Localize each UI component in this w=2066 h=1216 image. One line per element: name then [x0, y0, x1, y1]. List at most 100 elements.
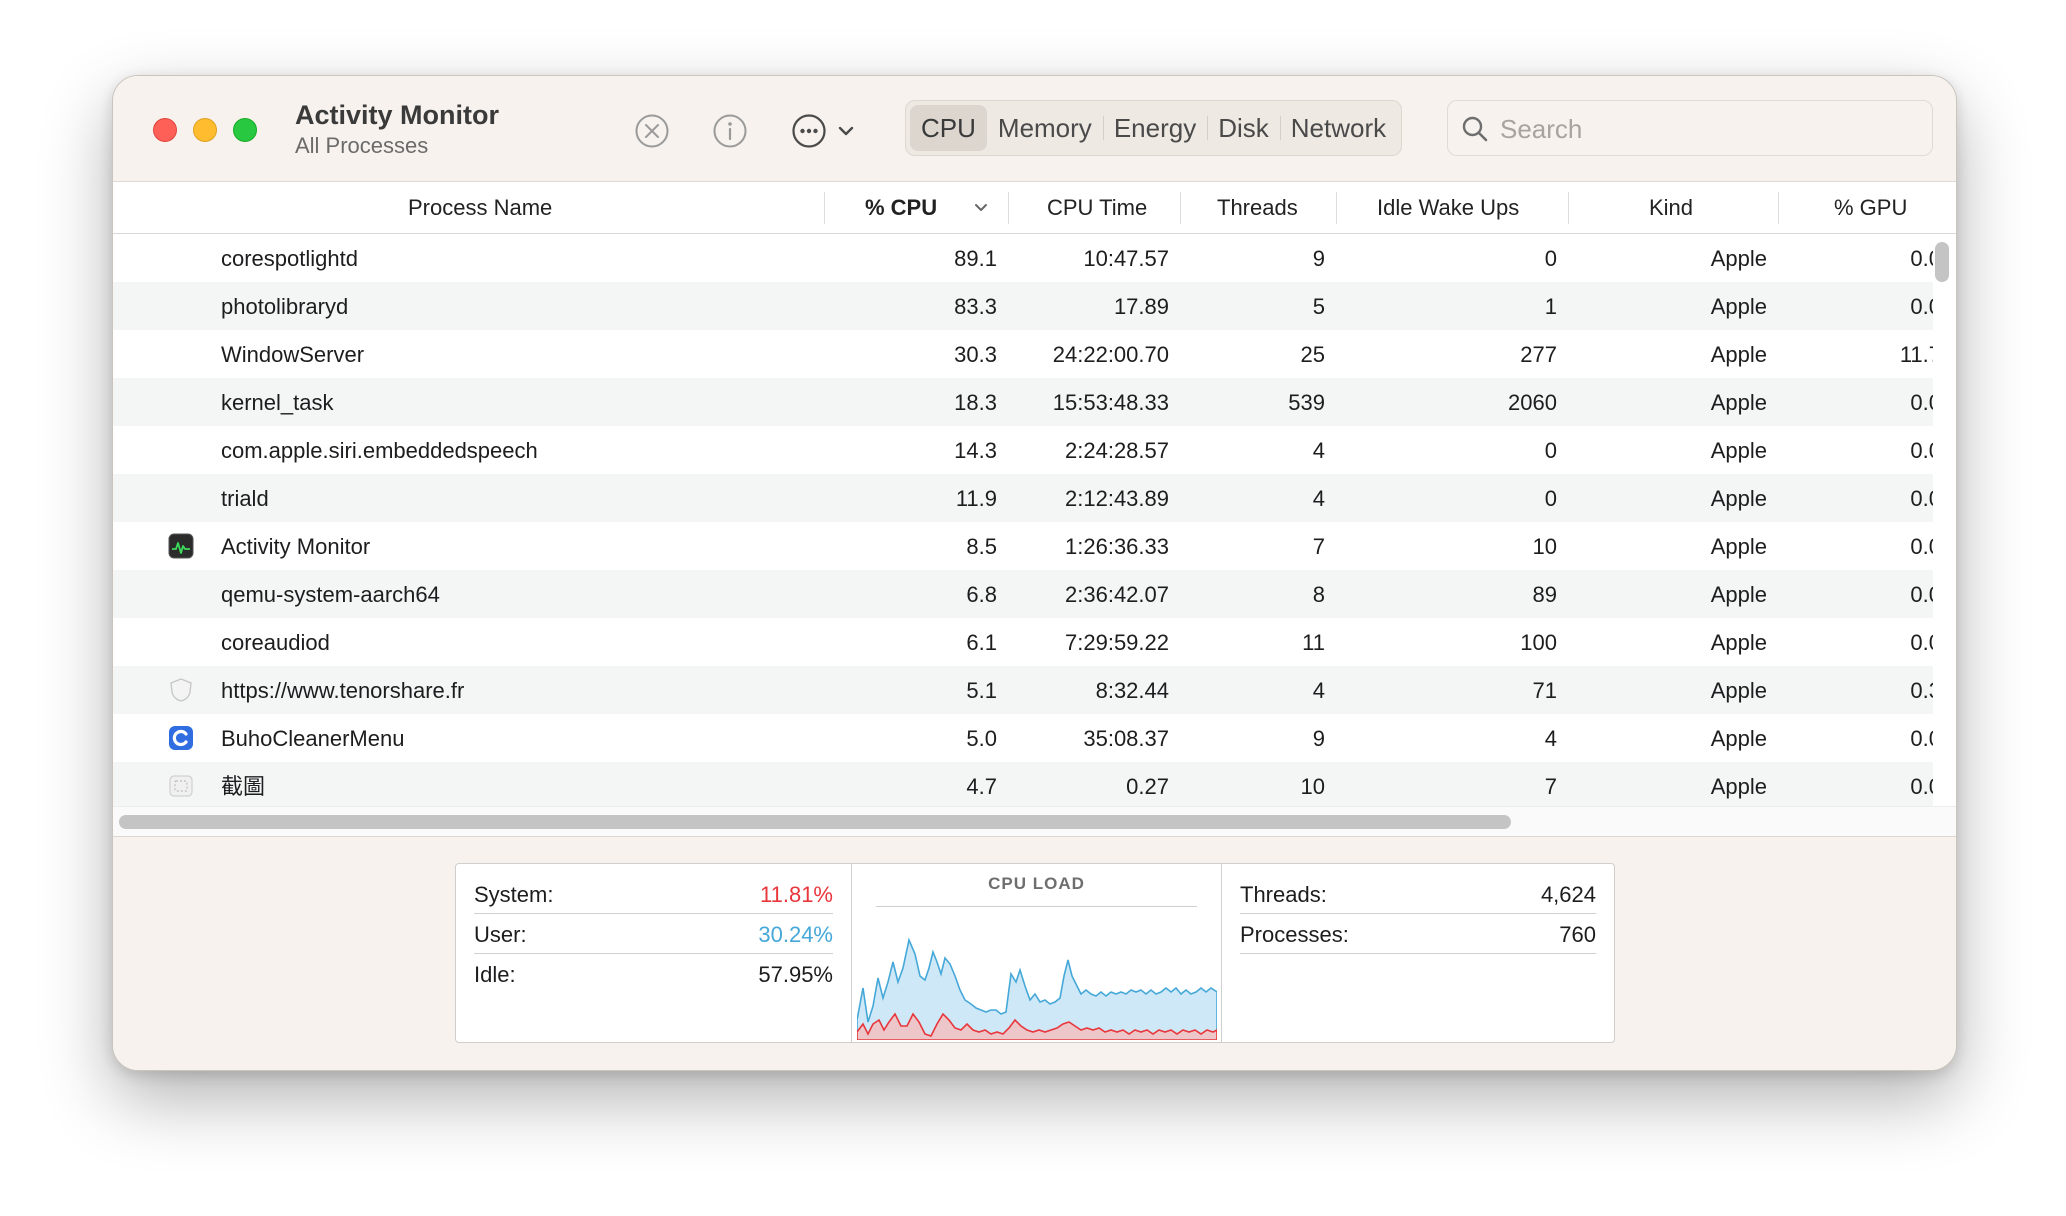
more-actions-icon[interactable]	[790, 112, 828, 150]
cpu-summary-panel: System: 11.81% User: 30.24% Idle: 57.95%…	[113, 836, 1956, 1070]
user-label: User:	[474, 922, 527, 947]
kind-cell: Apple	[1710, 342, 1767, 367]
process-name-cell: Activity Monitor	[221, 534, 371, 559]
kind-cell: Apple	[1710, 246, 1767, 271]
system-value: 11.81%	[760, 882, 833, 907]
threads-cell: 11	[1302, 630, 1325, 655]
threads-value: 4,624	[1540, 882, 1596, 907]
kind-cell: Apple	[1710, 534, 1767, 559]
cpu-time-cell: 2:36:42.07	[1065, 582, 1169, 607]
table-row[interactable]: BuhoCleanerMenu 5.0 35:08.37 9 4 Apple 0.0	[113, 714, 1933, 762]
cpu-time-cell: 2:24:28.57	[1065, 438, 1169, 463]
threads-label: Threads:	[1240, 882, 1327, 907]
table-row[interactable]: coreaudiod 6.1 7:29:59.22 11 100 Apple 0.0	[113, 618, 1933, 666]
threads-cell: 4	[1312, 486, 1325, 511]
cpu-load-divider	[876, 906, 1197, 907]
idle-wake-ups-cell: 0	[1544, 438, 1557, 463]
search-field[interactable]	[1447, 100, 1933, 156]
gpu-cell: 0.0	[1910, 582, 1933, 607]
stop-process-icon[interactable]	[633, 112, 671, 150]
minimize-window-button[interactable]	[193, 118, 217, 142]
table-header: Process Name % CPU CPU Time Threads Idle…	[113, 182, 1956, 234]
info-icon[interactable]	[711, 112, 749, 150]
tab-memory[interactable]: Memory	[987, 105, 1103, 151]
idle-stat-row: Idle: 57.95%	[474, 954, 833, 994]
table-row[interactable]: 截圖 4.7 0.27 10 7 Apple 0.0	[113, 762, 1933, 806]
column-header-process-name[interactable]: Process Name	[113, 182, 825, 234]
chevron-down-icon[interactable]	[835, 112, 857, 150]
table-row[interactable]: triald 11.9 2:12:43.89 4 0 Apple 0.0	[113, 474, 1933, 522]
window-subtitle[interactable]: All Processes	[295, 132, 499, 160]
gpu-cell: 0.0	[1910, 390, 1933, 415]
sort-descending-chevron-icon	[975, 204, 987, 211]
process-name-cell: corespotlightd	[221, 246, 358, 271]
web-content-shield-icon	[167, 676, 195, 704]
threads-cell: 5	[1312, 294, 1325, 319]
table-row[interactable]: WindowServer 30.3 24:22:00.70 25 277 Apple 11.…	[113, 330, 1933, 378]
search-input[interactable]	[1500, 109, 1920, 149]
cpu-summary-box: System: 11.81% User: 30.24% Idle: 57.95%…	[455, 863, 1615, 1043]
table-row[interactable]: Activity Monitor 8.5 1:26:36.33 7 10 Apple 0.0	[113, 522, 1933, 570]
table-row[interactable]: photolibraryd 83.3 17.89 5 1 Apple 0.0	[113, 282, 1933, 330]
table-row[interactable]: corespotlightd 89.1 10:47.57 9 0 Apple 0.0	[113, 234, 1933, 282]
processes-stat-row: Processes: 760	[1240, 914, 1596, 954]
idle-wake-ups-cell: 1	[1544, 294, 1557, 319]
cpu-cell: 5.0	[966, 726, 997, 751]
cpu-time-cell: 2:12:43.89	[1065, 486, 1169, 511]
cpu-usage-breakdown: System: 11.81% User: 30.24% Idle: 57.95%	[456, 864, 852, 1042]
gpu-cell: 0.0	[1910, 438, 1933, 463]
kind-cell: Apple	[1710, 774, 1767, 799]
process-name-cell: kernel_task	[221, 390, 334, 415]
cpu-time-cell: 10:47.57	[1083, 246, 1169, 271]
cpu-cell: 14.3	[954, 438, 997, 463]
table-row[interactable]: com.apple.siri.embeddedspeech 14.3 2:24:28…	[113, 426, 1933, 474]
system-stat-row: System: 11.81%	[474, 874, 833, 914]
threads-cell: 4	[1312, 678, 1325, 703]
idle-wake-ups-cell: 4	[1544, 726, 1557, 751]
horizontal-scrollbar[interactable]	[119, 815, 1511, 829]
cpu-cell: 4.7	[966, 774, 997, 799]
tab-network[interactable]: Network	[1279, 105, 1397, 151]
vertical-scrollbar[interactable]	[1935, 242, 1949, 282]
process-name-cell: https://www.tenorshare.fr	[221, 678, 465, 703]
column-header-gpu[interactable]: % GPU	[1779, 182, 1956, 234]
cpu-time-cell: 7:29:59.22	[1065, 630, 1169, 655]
gpu-cell: 0.0	[1910, 630, 1933, 655]
buhocleaner-app-icon	[167, 724, 195, 752]
system-label: System:	[474, 882, 554, 907]
table-row[interactable]: https://www.tenorshare.fr 5.1 8:32.44 4 71 Ap…	[113, 666, 1933, 714]
cpu-time-cell: 1:26:36.33	[1065, 534, 1169, 559]
table-row[interactable]: qemu-system-aarch64 6.8 2:36:42.07 8 89 Apple…	[113, 570, 1933, 618]
zoom-window-button[interactable]	[233, 118, 257, 142]
tab-disk[interactable]: Disk	[1207, 105, 1280, 151]
threads-cell: 25	[1300, 342, 1325, 367]
process-name-cell: triald	[221, 486, 269, 511]
column-header-threads[interactable]: Threads	[1181, 182, 1337, 234]
cpu-cell: 5.1	[966, 678, 997, 703]
user-stat-row: User: 30.24%	[474, 914, 833, 954]
processes-value: 760	[1559, 922, 1596, 947]
tab-energy[interactable]: Energy	[1102, 105, 1207, 151]
kind-cell: Apple	[1710, 678, 1767, 703]
table-body: corespotlightd89.110:47.5790Apple0.0phot…	[113, 234, 1933, 806]
threads-cell: 9	[1312, 726, 1325, 751]
cpu-load-graph	[857, 937, 1217, 1040]
cpu-load-title: CPU LOAD	[988, 874, 1085, 893]
idle-label: Idle:	[474, 962, 516, 987]
activity-monitor-app-icon	[167, 532, 195, 560]
close-window-button[interactable]	[153, 118, 177, 142]
cpu-cell: 18.3	[954, 390, 997, 415]
idle-wake-ups-cell: 277	[1520, 342, 1557, 367]
cpu-cell: 30.3	[954, 342, 997, 367]
column-header-cpu[interactable]: % CPU	[825, 182, 1009, 234]
gpu-cell: 0.0	[1910, 246, 1933, 271]
table-row[interactable]: kernel_task 18.3 15:53:48.33 539 2060 Apple 0.…	[113, 378, 1933, 426]
threads-cell: 4	[1312, 438, 1325, 463]
column-header-idle-wake-ups[interactable]: Idle Wake Ups	[1337, 182, 1569, 234]
process-name-cell: photolibraryd	[221, 294, 349, 319]
column-header-kind[interactable]: Kind	[1569, 182, 1779, 234]
column-header-cpu-time[interactable]: CPU Time	[1009, 182, 1181, 234]
process-table: Process Name % CPU CPU Time Threads Idle…	[113, 182, 1956, 836]
tab-cpu[interactable]: CPU	[910, 105, 987, 151]
window-title: Activity Monitor	[295, 100, 500, 130]
